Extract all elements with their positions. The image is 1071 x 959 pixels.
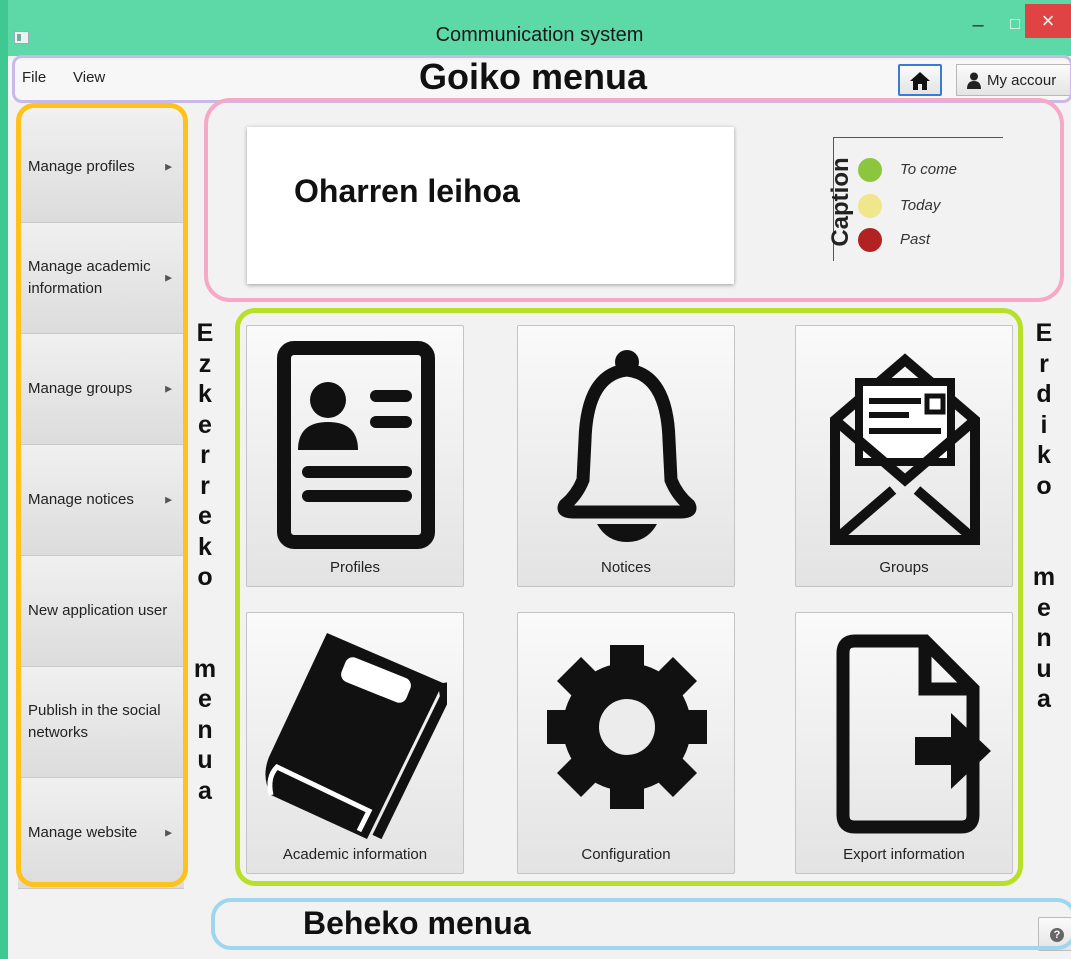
notes-window-outline bbox=[204, 98, 1064, 302]
bottom-menu-outline bbox=[211, 898, 1071, 950]
top-menu-outline bbox=[12, 55, 1071, 103]
center-menu-outline bbox=[235, 308, 1023, 886]
close-button[interactable]: × bbox=[1025, 4, 1071, 38]
left-menu-annotation: Ezkerreko menua bbox=[193, 319, 217, 805]
center-menu-annotation: Erdiko menua bbox=[1032, 319, 1056, 713]
window-title: Communication system bbox=[435, 24, 644, 46]
left-menu-outline bbox=[16, 103, 188, 887]
title-bar: Communication system – □ × bbox=[8, 0, 1071, 56]
application-window: Communication system – □ × File View Goi… bbox=[8, 0, 1071, 959]
minimize-button[interactable]: – bbox=[963, 10, 993, 40]
